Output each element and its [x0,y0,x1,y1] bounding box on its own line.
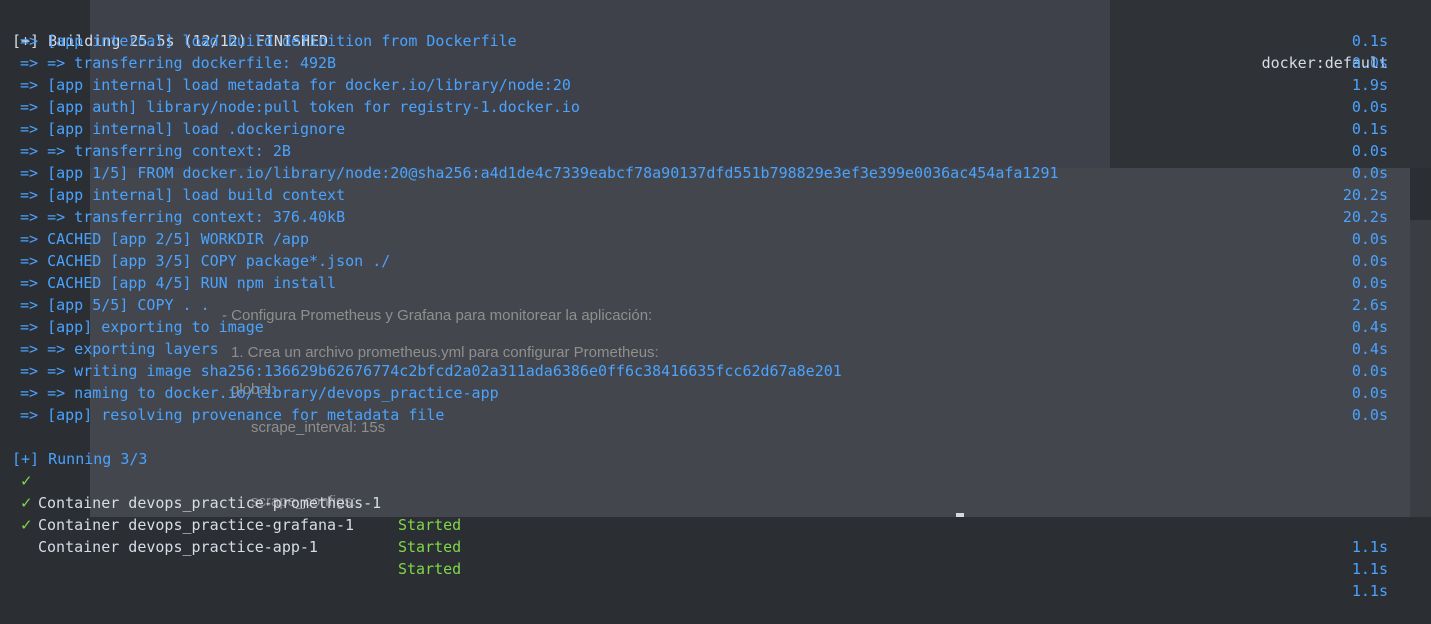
build-step: => [app 1/5] FROM docker.io/library/node… [20,164,1388,182]
build-step: => [app internal] load build definition … [20,32,1388,50]
terminal-output: [+] Building 25.5s (12/12) FINISHED dock… [0,8,1431,600]
build-step: => [app internal] load build context 20.2… [20,186,1388,204]
container-status: Started [398,516,462,534]
build-step: => [app] resolving provenance for metada… [20,406,1388,424]
build-step: => => exporting layers 0.4s [20,340,1388,358]
build-step: => => transferring context: 2B 0.0s [20,142,1388,160]
build-step: => [app internal] load metadata for dock… [20,76,1388,94]
build-step: => CACHED [app 4/5] RUN npm install 0.0s [20,274,1388,292]
build-step: => CACHED [app 2/5] WORKDIR /app 0.0s [20,230,1388,248]
container-row: ✓ Container devops_practice-prometheus-1… [0,448,1431,556]
container-time: 1.1s [1351,538,1388,556]
build-step: => [app auth] library/node:pull token fo… [20,98,1388,116]
build-header: [+] Building 25.5s (12/12) FINISHED dock… [0,8,1431,72]
build-step: => CACHED [app 3/5] COPY package*.json .… [20,252,1388,270]
container-name: Container devops_practice-grafana-1 [38,516,355,534]
container-status: Started [398,560,462,578]
build-step: => [app internal] load .dockerignore 0.1s [20,120,1388,138]
build-step: => [app] exporting to image 0.4s [20,318,1388,336]
build-step: => => writing image sha256:136629b626767… [20,362,1388,380]
build-step: => => transferring dockerfile: 492B 0.0s [20,54,1388,72]
container-name: Container devops_practice-app-1 [38,538,318,556]
container-row: ✓ Container devops_practice-grafana-1 St… [0,470,1431,578]
checkmark-icon: ✓ [20,516,33,534]
container-time: 1.1s [1351,582,1388,600]
build-step: => [app 5/5] COPY . . 2.6s [20,296,1388,314]
container-row: ✓ Container devops_practice-app-1 Starte… [0,492,1431,600]
build-step: => => transferring context: 376.40kB 20.2… [20,208,1388,226]
container-time: 1.1s [1351,560,1388,578]
container-status: Started [398,538,462,556]
build-step: => => naming to docker.io/library/devops… [20,384,1388,402]
running-header: [+] Running 3/3 [0,426,1431,468]
